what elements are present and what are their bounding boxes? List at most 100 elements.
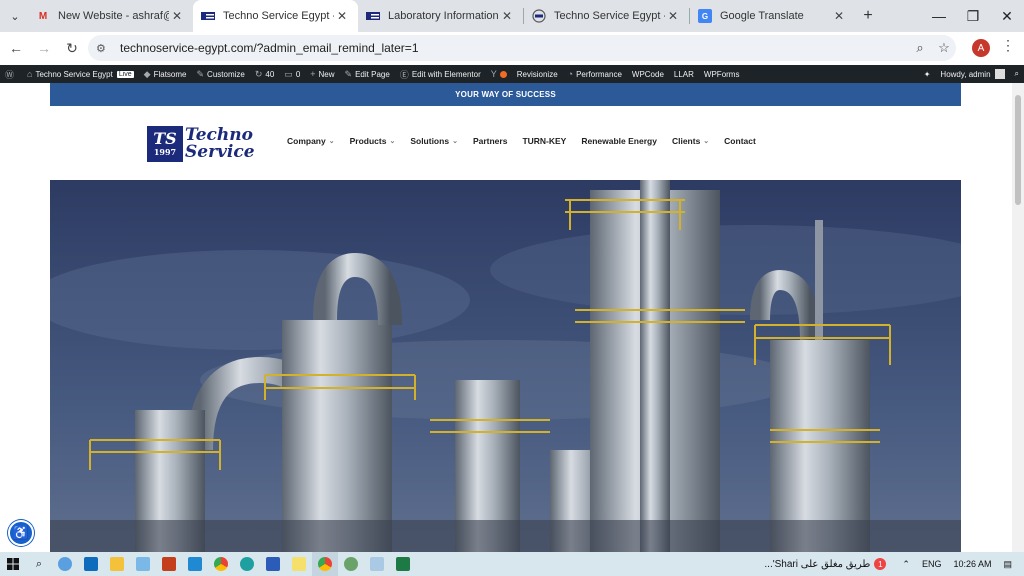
refinery-illustration <box>50 180 961 552</box>
scroll-thumb[interactable] <box>1015 95 1021 205</box>
taskbar-app-explorer[interactable] <box>104 552 130 576</box>
browser-tab[interactable]: M New Website - ashraf@techn ✕ <box>28 0 193 32</box>
site-header: TS 1997 Techno Service Company ⌄ Products… <box>50 106 961 180</box>
wp-yoast[interactable]: Y <box>486 65 512 83</box>
chrome-icon <box>318 557 332 571</box>
taskbar-app-notepad[interactable] <box>364 552 390 576</box>
url-field[interactable]: ⚙ technoservice-egypt.com/?admin_email_r… <box>88 35 956 61</box>
language-indicator[interactable]: ENG <box>922 559 942 569</box>
wp-revisionize[interactable]: Revisionize <box>512 65 563 83</box>
wp-flatsome[interactable]: ◆ Flatsome <box>139 65 192 83</box>
close-icon[interactable]: ✕ <box>334 9 350 23</box>
address-bar: ← → ↻ ⚙ technoservice-egypt.com/?admin_e… <box>0 32 1024 64</box>
reload-icon[interactable]: ↻ <box>58 34 86 62</box>
wp-admin-bar-right: ✦ Howdy, admin ⌕ <box>919 65 1024 83</box>
close-icon[interactable]: ✕ <box>499 9 515 23</box>
user-avatar <box>994 69 1005 79</box>
wp-new[interactable]: + New <box>305 65 339 83</box>
wp-edit-page[interactable]: ✎ Edit Page <box>340 65 395 83</box>
nav-item-products[interactable]: Products ⌄ <box>350 136 396 146</box>
chevron-up-icon[interactable]: ⌃ <box>902 559 910 570</box>
tab-search-button[interactable]: ⌄ <box>2 4 28 28</box>
page-scrollbar[interactable] <box>1012 83 1024 552</box>
flatsome-label: Flatsome <box>153 69 187 79</box>
bookmark-star-icon[interactable]: ☆ <box>932 40 956 56</box>
wp-llar[interactable]: LLAR <box>669 65 699 83</box>
taskbar-app-excel[interactable] <box>390 552 416 576</box>
taskbar-app-edge[interactable] <box>234 552 260 576</box>
ai-sparkle-icon[interactable]: ✦ <box>919 65 936 83</box>
wp-logo-icon[interactable]: Ⓦ <box>0 65 22 83</box>
taskbar-app-vscode[interactable] <box>182 552 208 576</box>
notification-icon[interactable]: ▤ <box>1003 559 1012 570</box>
wp-customize[interactable]: ✎ Customize <box>192 65 250 83</box>
close-icon[interactable]: ✕ <box>831 9 847 23</box>
customize-label: Customize <box>207 69 245 79</box>
taskbar-app-maps[interactable] <box>338 552 364 576</box>
new-tab-button[interactable]: + <box>855 7 881 25</box>
zoom-icon[interactable]: ⌕ <box>908 40 932 56</box>
wp-updates[interactable]: ↻ 40 <box>250 65 279 83</box>
maps-icon <box>344 557 358 571</box>
back-icon[interactable]: ← <box>2 34 30 62</box>
site-info-icon[interactable]: ⚙ <box>96 42 116 55</box>
restore-icon[interactable]: ❐ <box>956 0 990 32</box>
taskbar-app-outlook[interactable] <box>78 552 104 576</box>
accessibility-widget-button[interactable]: ♿ <box>8 520 34 546</box>
nav-item-clients[interactable]: Clients ⌄ <box>672 136 709 146</box>
close-icon[interactable]: ✕ <box>665 9 681 23</box>
nav-item-contact[interactable]: Contact <box>724 136 756 146</box>
comment-icon: ▭ <box>284 68 293 79</box>
windows-start-icon[interactable] <box>0 552 26 576</box>
edit-page-label: Edit Page <box>355 69 390 79</box>
nav-label: Renewable Energy <box>581 136 657 146</box>
minimize-icon[interactable]: — <box>922 0 956 32</box>
logo-year: 1997 <box>153 147 177 157</box>
taskbar-app-word[interactable] <box>260 552 286 576</box>
taskbar-app-powerpoint[interactable] <box>156 552 182 576</box>
taskbar-app-widgets[interactable] <box>52 552 78 576</box>
site-logo[interactable]: TS 1997 Techno Service <box>147 125 255 163</box>
nav-label: TURN-KEY <box>522 136 567 146</box>
nav-item-company[interactable]: Company ⌄ <box>287 136 335 146</box>
close-icon[interactable]: ✕ <box>169 9 185 23</box>
wp-wpforms[interactable]: WPForms <box>699 65 745 83</box>
wp-wpcode[interactable]: WPCode <box>627 65 669 83</box>
taskbar-app-notes[interactable] <box>286 552 312 576</box>
nav-item-partners[interactable]: Partners <box>473 136 508 146</box>
url-text[interactable]: technoservice-egypt.com/?admin_email_rem… <box>120 41 908 55</box>
wp-performance[interactable]: ◔ Performance <box>563 65 627 83</box>
chevron-down-icon: ⌄ <box>389 138 396 145</box>
wp-howdy[interactable]: Howdy, admin <box>935 65 1009 83</box>
folder-icon <box>110 557 124 571</box>
translate-icon: G <box>698 9 712 23</box>
browser-tab-active[interactable]: Techno Service Egypt - Auto ✕ <box>193 0 358 32</box>
nav-item-turn-key[interactable]: TURN-KEY <box>522 136 566 146</box>
search-icon[interactable]: ⌕ <box>26 552 52 576</box>
wp-site-name[interactable]: ⌂ Techno Service Egypt Live <box>22 65 139 83</box>
browser-tab[interactable]: Techno Service Egypt - Auto ✕ <box>524 0 689 32</box>
taskbar-app-chrome-active[interactable] <box>312 552 338 576</box>
notepad-icon <box>370 557 384 571</box>
live-badge: Live <box>116 70 134 78</box>
nav-item-renewable-energy[interactable]: Renewable Energy <box>581 136 657 146</box>
chevron-down-icon: ⌄ <box>10 10 20 23</box>
sticky-notes-icon <box>292 557 306 571</box>
powerpoint-icon <box>162 557 176 571</box>
weather-news-widget[interactable]: 1 طريق مغلق على Shari'... <box>764 558 887 570</box>
search-icon[interactable]: ⌕ <box>1010 65 1024 83</box>
wp-edit-elementor[interactable]: Ⓔ Edit with Elementor <box>395 65 486 83</box>
wp-admin-bar: Ⓦ ⌂ Techno Service Egypt Live ◆ Flatsome ✎ C… <box>0 65 1024 83</box>
browser-tab[interactable]: G Google Translate ✕ <box>690 0 855 32</box>
kebab-menu-icon[interactable]: ⋮ <box>998 37 1018 59</box>
taskbar-app-sticky[interactable] <box>130 552 156 576</box>
profile-avatar[interactable]: A <box>972 39 990 57</box>
wp-comments[interactable]: ▭ 0 <box>279 65 305 83</box>
clock[interactable]: 10:26 AM <box>953 559 991 569</box>
browser-tab[interactable]: Laboratory Information Mar ✕ <box>358 0 523 32</box>
edge-icon <box>240 557 254 571</box>
taskbar-app-chrome[interactable] <box>208 552 234 576</box>
forward-icon[interactable]: → <box>30 34 58 62</box>
close-window-icon[interactable]: ✕ <box>990 0 1024 32</box>
nav-item-solutions[interactable]: Solutions ⌄ <box>410 136 458 146</box>
